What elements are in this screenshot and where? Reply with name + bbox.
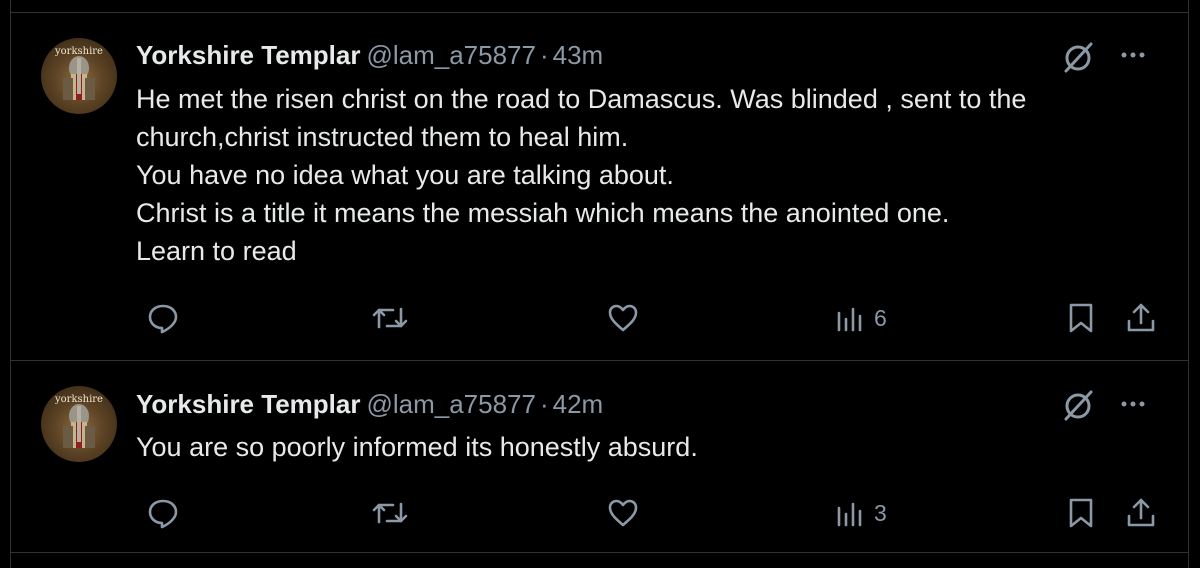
share-icon	[1127, 303, 1155, 332]
tweet-text-line: You are so poorly informed its honestly …	[136, 432, 698, 462]
reply-button[interactable]	[146, 496, 180, 530]
tweet-text-line: He met the risen christ on the road to D…	[136, 84, 1027, 114]
tweet-text: He met the risen christ on the road to D…	[136, 80, 1166, 270]
timestamp[interactable]: 43m	[553, 40, 604, 70]
views-button[interactable]: 3	[834, 496, 887, 530]
divider	[10, 12, 1189, 13]
heart-icon	[608, 499, 638, 527]
timeline-left-border	[10, 0, 11, 568]
repost-icon	[372, 502, 408, 524]
views-count: 3	[874, 499, 887, 526]
reply-icon	[148, 304, 178, 334]
grok-icon[interactable]	[1060, 388, 1096, 424]
bookmark-icon	[1069, 303, 1093, 333]
tweet-text-line: Christ is a title it means the messiah w…	[136, 198, 950, 228]
avatar[interactable]: yorkshire	[41, 386, 117, 462]
like-button[interactable]	[606, 496, 640, 530]
bookmark-button[interactable]	[1064, 301, 1098, 335]
reply-icon	[148, 499, 178, 529]
bookmark-button[interactable]	[1064, 496, 1098, 530]
repost-icon	[372, 307, 408, 329]
share-button[interactable]	[1124, 496, 1158, 530]
author-name[interactable]: Yorkshire Templar	[136, 389, 360, 419]
divider	[10, 552, 1189, 553]
divider	[10, 360, 1189, 361]
like-button[interactable]	[606, 301, 640, 335]
avatar-text: yorkshire	[55, 46, 103, 57]
analytics-icon	[837, 502, 862, 527]
author-handle[interactable]: @lam_a75877	[366, 40, 536, 70]
separator-dot: ·	[539, 389, 549, 419]
tweet-header: Yorkshire Templar @lam_a75877 · 43m	[136, 40, 603, 70]
grok-icon[interactable]	[1060, 40, 1096, 76]
share-button[interactable]	[1124, 301, 1158, 335]
timestamp[interactable]: 42m	[553, 389, 604, 419]
author-name[interactable]: Yorkshire Templar	[136, 40, 360, 70]
analytics-icon	[837, 307, 862, 332]
timeline-right-border	[1188, 0, 1189, 568]
bookmark-icon	[1069, 498, 1093, 528]
tweet-text: You are so poorly informed its honestly …	[136, 428, 1166, 466]
repost-button[interactable]	[370, 301, 410, 335]
views-button[interactable]: 6	[834, 301, 887, 335]
tweet-header: Yorkshire Templar @lam_a75877 · 42m	[136, 389, 603, 419]
heart-icon	[608, 304, 638, 332]
tweet-text-line: Learn to read	[136, 236, 297, 266]
repost-button[interactable]	[370, 496, 410, 530]
avatar-text: yorkshire	[55, 394, 103, 405]
tweet-text-line: You have no idea what you are talking ab…	[136, 160, 674, 190]
share-icon	[1127, 498, 1155, 527]
reply-button[interactable]	[146, 301, 180, 335]
views-count: 6	[874, 304, 887, 331]
tweet-text-line: church,christ instructed them to heal hi…	[136, 122, 629, 152]
separator-dot: ·	[539, 40, 549, 70]
avatar[interactable]: yorkshire	[41, 38, 117, 114]
more-icon[interactable]	[1118, 389, 1148, 419]
author-handle[interactable]: @lam_a75877	[366, 389, 536, 419]
more-icon[interactable]	[1118, 40, 1148, 70]
